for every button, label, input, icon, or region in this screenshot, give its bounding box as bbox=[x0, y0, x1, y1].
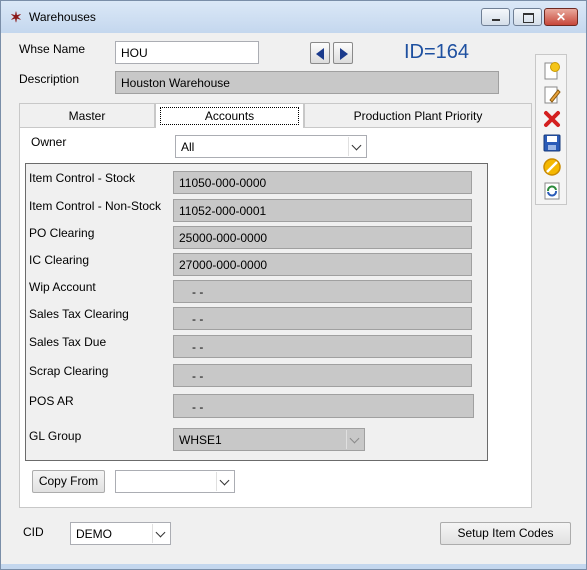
record-id: ID=164 bbox=[404, 41, 470, 63]
cancel-icon[interactable] bbox=[541, 156, 563, 178]
item-control-non-stock-label: Item Control - Non-Stock bbox=[29, 199, 162, 213]
cid-label: CID bbox=[23, 525, 44, 539]
ic-clearing-field: 27000-000-0000 bbox=[173, 253, 472, 276]
cid-select[interactable]: DEMO bbox=[70, 522, 171, 545]
item-control-stock-label: Item Control - Stock bbox=[29, 171, 136, 185]
refresh-icon[interactable] bbox=[541, 180, 563, 202]
previous-record-button[interactable] bbox=[310, 42, 330, 64]
tab-accounts[interactable]: Accounts bbox=[155, 103, 304, 128]
arrow-left-icon bbox=[316, 48, 324, 60]
maximize-button[interactable] bbox=[513, 8, 542, 26]
title-bar: ✶ Warehouses ✕ bbox=[1, 1, 586, 33]
po-clearing-field: 25000-000-0000 bbox=[173, 226, 472, 249]
item-control-non-stock-field: 11052-000-0001 bbox=[173, 199, 472, 222]
chevron-down-icon bbox=[216, 472, 233, 491]
pos-ar-label: POS AR bbox=[29, 394, 74, 408]
record-toolbar bbox=[535, 54, 567, 205]
gl-group-select-value: WHSE1 bbox=[179, 433, 222, 447]
sales-tax-due-label: Sales Tax Due bbox=[29, 335, 107, 349]
ic-clearing-label: IC Clearing bbox=[29, 253, 90, 267]
new-record-icon[interactable] bbox=[541, 60, 563, 82]
close-button[interactable]: ✕ bbox=[544, 8, 578, 26]
chevron-down-icon bbox=[346, 430, 363, 449]
next-record-button[interactable] bbox=[333, 42, 353, 64]
wip-account-label: Wip Account bbox=[29, 280, 96, 294]
window-title: Warehouses bbox=[29, 10, 96, 24]
tab-master[interactable]: Master bbox=[19, 103, 155, 128]
whse-name-input[interactable]: HOU bbox=[115, 41, 259, 64]
owner-select-value: All bbox=[181, 140, 195, 154]
edit-icon[interactable] bbox=[541, 84, 563, 106]
scrap-clearing-field: - - bbox=[173, 364, 472, 387]
tab-production-plant-priority[interactable]: Production Plant Priority bbox=[304, 103, 532, 128]
whse-name-label: Whse Name bbox=[19, 42, 86, 56]
owner-select[interactable]: All bbox=[175, 135, 367, 158]
arrow-right-icon bbox=[340, 48, 348, 60]
item-control-stock-field: 11050-000-0000 bbox=[173, 171, 472, 194]
close-icon: ✕ bbox=[555, 10, 567, 24]
chevron-down-icon bbox=[348, 137, 365, 156]
window-bottom-border bbox=[1, 564, 586, 569]
warehouses-window: ✶ Warehouses ✕ Whse Name HOU ID=164 Desc… bbox=[0, 0, 587, 570]
setup-item-codes-button[interactable]: Setup Item Codes bbox=[440, 522, 571, 545]
copy-from-button[interactable]: Copy From bbox=[32, 470, 105, 493]
tab-accounts-label: Accounts bbox=[159, 107, 300, 125]
po-clearing-label: PO Clearing bbox=[29, 226, 95, 240]
owner-label: Owner bbox=[31, 135, 67, 149]
save-icon[interactable] bbox=[541, 132, 563, 154]
copy-from-select[interactable] bbox=[115, 470, 235, 493]
scrap-clearing-label: Scrap Clearing bbox=[29, 364, 109, 378]
description-label: Description bbox=[19, 72, 80, 86]
cid-select-value: DEMO bbox=[76, 527, 112, 541]
gl-group-label: GL Group bbox=[29, 429, 82, 443]
pos-ar-field: - - bbox=[173, 394, 474, 418]
chevron-down-icon bbox=[152, 524, 169, 543]
delete-icon[interactable] bbox=[541, 108, 563, 130]
app-icon: ✶ bbox=[10, 9, 22, 25]
wip-account-field: - - bbox=[173, 280, 472, 303]
minimize-button[interactable] bbox=[481, 8, 510, 26]
sales-tax-clearing-label: Sales Tax Clearing bbox=[29, 307, 129, 321]
sales-tax-due-field: - - bbox=[173, 335, 472, 358]
description-field: Houston Warehouse bbox=[115, 71, 499, 94]
sales-tax-clearing-field: - - bbox=[173, 307, 472, 330]
gl-group-select: WHSE1 bbox=[173, 428, 365, 451]
